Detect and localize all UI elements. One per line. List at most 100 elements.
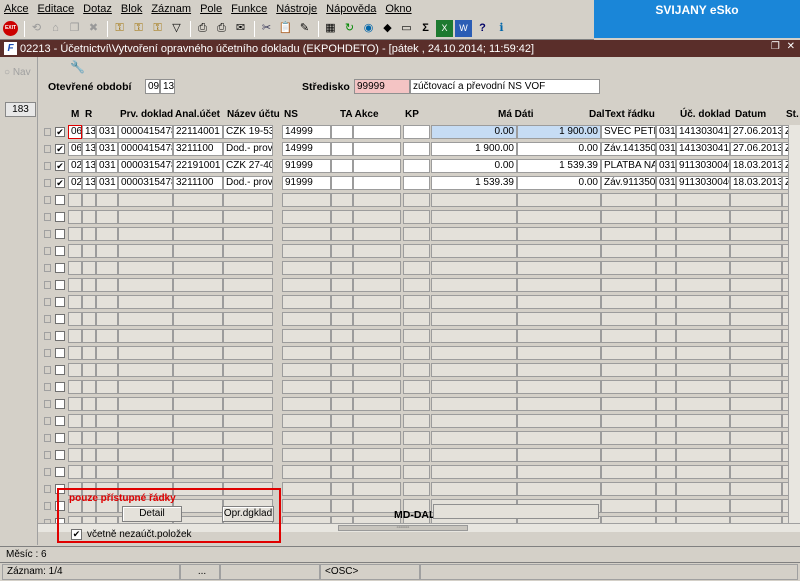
cell-madati[interactable] xyxy=(431,363,517,377)
back-icon[interactable]: ⟲ xyxy=(28,20,45,37)
table-row[interactable] xyxy=(44,414,800,429)
cell-a[interactable] xyxy=(96,193,118,207)
row-checkbox[interactable]: ✔ xyxy=(55,161,65,171)
cell-uc[interactable] xyxy=(676,431,730,445)
cell-anal[interactable] xyxy=(173,465,223,479)
cell-a[interactable] xyxy=(96,329,118,343)
cell-a[interactable] xyxy=(96,414,118,428)
row-checkbox[interactable] xyxy=(55,280,65,290)
cell-a[interactable] xyxy=(96,312,118,326)
cell-r[interactable] xyxy=(82,312,96,326)
cell-dal[interactable] xyxy=(517,227,601,241)
row-selector[interactable] xyxy=(44,417,51,425)
cell-datum[interactable] xyxy=(730,414,782,428)
cell-ns[interactable] xyxy=(282,363,331,377)
cell-ns[interactable] xyxy=(282,380,331,394)
cell-prv[interactable] xyxy=(118,227,173,241)
row-selector[interactable] xyxy=(44,366,51,374)
cell-a[interactable] xyxy=(96,295,118,309)
cell-r[interactable] xyxy=(82,329,96,343)
menu-item[interactable]: Akce xyxy=(4,3,28,15)
row-checkbox[interactable] xyxy=(55,246,65,256)
cell-a[interactable] xyxy=(96,380,118,394)
cell-dal[interactable]: 1 539.39 xyxy=(517,159,601,173)
cell-c1[interactable] xyxy=(656,499,676,513)
cell-anal[interactable] xyxy=(173,295,223,309)
cell-nazev[interactable] xyxy=(223,295,273,309)
cell-nazev[interactable]: CZK 27-408 xyxy=(223,159,273,173)
cell-c1[interactable] xyxy=(656,295,676,309)
cell-datum[interactable] xyxy=(730,312,782,326)
correction-doc-button[interactable]: Opr.dgklad xyxy=(222,506,274,522)
cell-kp[interactable] xyxy=(403,176,430,190)
cell-kp[interactable] xyxy=(403,278,430,292)
row-checkbox[interactable]: ✔ xyxy=(55,127,65,137)
cell-ns[interactable]: 14999 xyxy=(282,142,331,156)
cell-kp[interactable] xyxy=(403,448,430,462)
row-checkbox[interactable] xyxy=(55,450,65,460)
cell-prv[interactable] xyxy=(118,244,173,258)
cell-r[interactable] xyxy=(82,380,96,394)
cell-ta[interactable] xyxy=(331,176,353,190)
cell-madati[interactable] xyxy=(431,244,517,258)
row-selector[interactable] xyxy=(44,349,51,357)
cell-datum[interactable] xyxy=(730,482,782,496)
cell-prv[interactable] xyxy=(118,346,173,360)
cell-c1[interactable] xyxy=(656,414,676,428)
cell-kp[interactable] xyxy=(403,244,430,258)
home-icon[interactable]: ⌂ xyxy=(47,20,64,37)
cell-kp[interactable] xyxy=(403,465,430,479)
row-checkbox[interactable] xyxy=(55,212,65,222)
cell-prv[interactable] xyxy=(118,312,173,326)
cell-uc[interactable] xyxy=(676,363,730,377)
cell-m[interactable] xyxy=(68,346,82,360)
menu-item[interactable]: Pole xyxy=(200,3,222,15)
edit-icon[interactable]: ✎ xyxy=(296,20,313,37)
cell-m[interactable] xyxy=(68,465,82,479)
row-checkbox[interactable] xyxy=(55,433,65,443)
window-controls[interactable]: ❐ ✕ xyxy=(771,41,797,52)
cell-c1[interactable]: 031 xyxy=(656,142,676,156)
cell-r[interactable]: 13 xyxy=(82,176,96,190)
cell-kp[interactable] xyxy=(403,227,430,241)
cell-c1[interactable]: 031 xyxy=(656,159,676,173)
row-checkbox[interactable] xyxy=(55,263,65,273)
cell-ta[interactable] xyxy=(331,295,353,309)
cell-dal[interactable] xyxy=(517,465,601,479)
row-checkbox[interactable] xyxy=(55,229,65,239)
cell-ta[interactable] xyxy=(331,142,353,156)
cell-datum[interactable] xyxy=(730,499,782,513)
row-selector[interactable] xyxy=(44,315,51,323)
cell-a[interactable]: 031 xyxy=(96,125,118,139)
cell-ta[interactable] xyxy=(331,346,353,360)
cell-anal[interactable] xyxy=(173,363,223,377)
cell-r[interactable] xyxy=(82,448,96,462)
include-unposted-checkbox[interactable]: ✔ xyxy=(71,529,82,540)
cell-akce[interactable] xyxy=(353,125,401,139)
cell-text[interactable] xyxy=(601,244,656,258)
row-selector[interactable] xyxy=(44,196,51,204)
row-selector[interactable] xyxy=(44,298,51,306)
cell-anal[interactable] xyxy=(173,193,223,207)
cell-r[interactable] xyxy=(82,210,96,224)
row-checkbox[interactable] xyxy=(55,331,65,341)
cell-m[interactable] xyxy=(68,227,82,241)
cell-c1[interactable] xyxy=(656,210,676,224)
row-selector[interactable] xyxy=(44,213,51,221)
cell-anal[interactable] xyxy=(173,210,223,224)
cell-akce[interactable] xyxy=(353,261,401,275)
cell-prv[interactable] xyxy=(118,261,173,275)
scroll-thumb[interactable]: ▫▫▫▫▫▫ xyxy=(338,525,468,531)
cell-nazev[interactable] xyxy=(223,346,273,360)
cell-madati[interactable] xyxy=(431,227,517,241)
cell-madati[interactable]: 0.00 xyxy=(431,125,517,139)
cell-datum[interactable] xyxy=(730,193,782,207)
cell-ta[interactable] xyxy=(331,278,353,292)
table-row[interactable] xyxy=(44,227,800,242)
cell-ns[interactable] xyxy=(282,465,331,479)
cell-madati[interactable] xyxy=(431,431,517,445)
cell-akce[interactable] xyxy=(353,380,401,394)
mail-icon[interactable]: ✉ xyxy=(232,20,249,37)
sum-icon[interactable]: Σ xyxy=(417,20,434,37)
cell-nazev[interactable] xyxy=(223,244,273,258)
